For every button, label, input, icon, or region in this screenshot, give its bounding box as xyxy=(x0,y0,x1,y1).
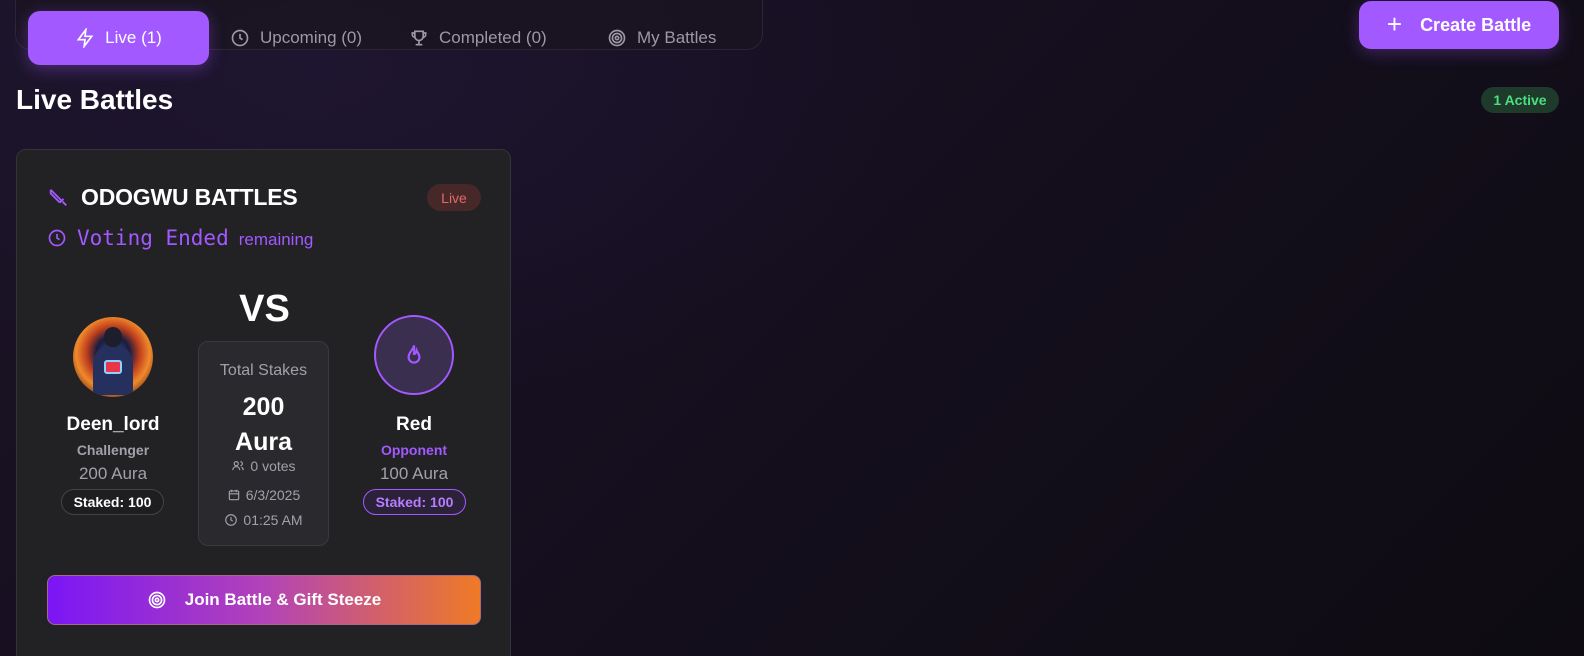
tab-completed[interactable]: Completed (0) xyxy=(409,11,547,65)
target-icon xyxy=(148,591,166,609)
join-battle-label: Join Battle & Gift Steeze xyxy=(184,590,382,609)
page-title: Live Battles xyxy=(16,84,174,115)
battle-tabs: Live (1) Upcoming (0) Completed (0) My B… xyxy=(15,0,763,65)
clock-icon xyxy=(225,514,238,526)
live-status-badge: Live xyxy=(427,184,481,211)
join-battle-button[interactable]: Join Battle & Gift Steeze xyxy=(47,575,481,625)
bolt-icon xyxy=(76,28,94,48)
calendar-icon xyxy=(228,489,239,501)
voting-status-text: Voting Ended xyxy=(77,226,229,250)
sword-icon xyxy=(49,188,67,206)
battle-date-text: 6/3/2025 xyxy=(245,487,301,503)
tab-live[interactable]: Live (1) xyxy=(28,11,209,65)
challenger-staked-badge: Staked: 100 xyxy=(61,489,164,515)
plus-icon: + xyxy=(1386,8,1403,39)
create-battle-button[interactable]: + Create Battle xyxy=(1359,1,1559,49)
battle-card: ODOGWU BATTLES Live Voting Ended remaini… xyxy=(16,149,511,656)
tab-my-battles-label: My Battles xyxy=(637,28,717,47)
battle-date: 6/3/2025 xyxy=(199,487,328,503)
tab-upcoming-label: Upcoming (0) xyxy=(260,28,363,47)
stakes-amount-value: 200 xyxy=(242,393,285,421)
users-icon xyxy=(232,461,245,471)
tab-my-battles[interactable]: My Battles xyxy=(607,11,716,65)
active-count-badge: 1 Active xyxy=(1481,87,1559,113)
challenger-aura: 200 Aura xyxy=(78,464,148,483)
clock-icon xyxy=(231,29,249,47)
stakes-amount-unit: Aura xyxy=(235,428,292,456)
opponent-avatar[interactable] xyxy=(374,315,454,395)
clock-icon xyxy=(48,229,66,247)
total-stakes-box: Total Stakes 200 Aura 0 votes 6/3/2025 0… xyxy=(198,341,329,546)
battle-title: ODOGWU BATTLES xyxy=(47,184,298,211)
challenger-name: Deen_lord xyxy=(66,414,160,435)
tab-live-label: Live (1) xyxy=(105,28,162,47)
tab-completed-label: Completed (0) xyxy=(439,28,547,47)
challenger-avatar[interactable] xyxy=(73,317,153,397)
target-icon xyxy=(608,29,626,47)
flame-icon xyxy=(407,345,421,364)
total-stakes-label: Total Stakes xyxy=(219,362,308,379)
votes-count: 0 votes xyxy=(199,458,328,474)
challenger-role: Challenger xyxy=(76,442,150,458)
tab-upcoming[interactable]: Upcoming (0) xyxy=(230,11,362,65)
votes-count-text: 0 votes xyxy=(250,458,296,474)
voting-remaining-text: remaining xyxy=(238,230,314,249)
opponent-role: Opponent xyxy=(380,442,448,458)
opponent-aura: 100 Aura xyxy=(379,464,449,483)
voting-status: Voting Ended remaining xyxy=(47,226,313,250)
opponent-name: Red xyxy=(396,414,432,435)
battle-title-text: ODOGWU BATTLES xyxy=(81,184,298,210)
opponent-staked-badge: Staked: 100 xyxy=(363,489,466,515)
battle-time: 01:25 AM xyxy=(199,512,328,528)
create-battle-label: Create Battle xyxy=(1420,14,1532,35)
total-stakes-amount: 200 Aura xyxy=(199,390,328,460)
battle-time-text: 01:25 AM xyxy=(243,512,303,528)
trophy-icon xyxy=(411,30,427,46)
vs-label: VS xyxy=(239,288,290,330)
